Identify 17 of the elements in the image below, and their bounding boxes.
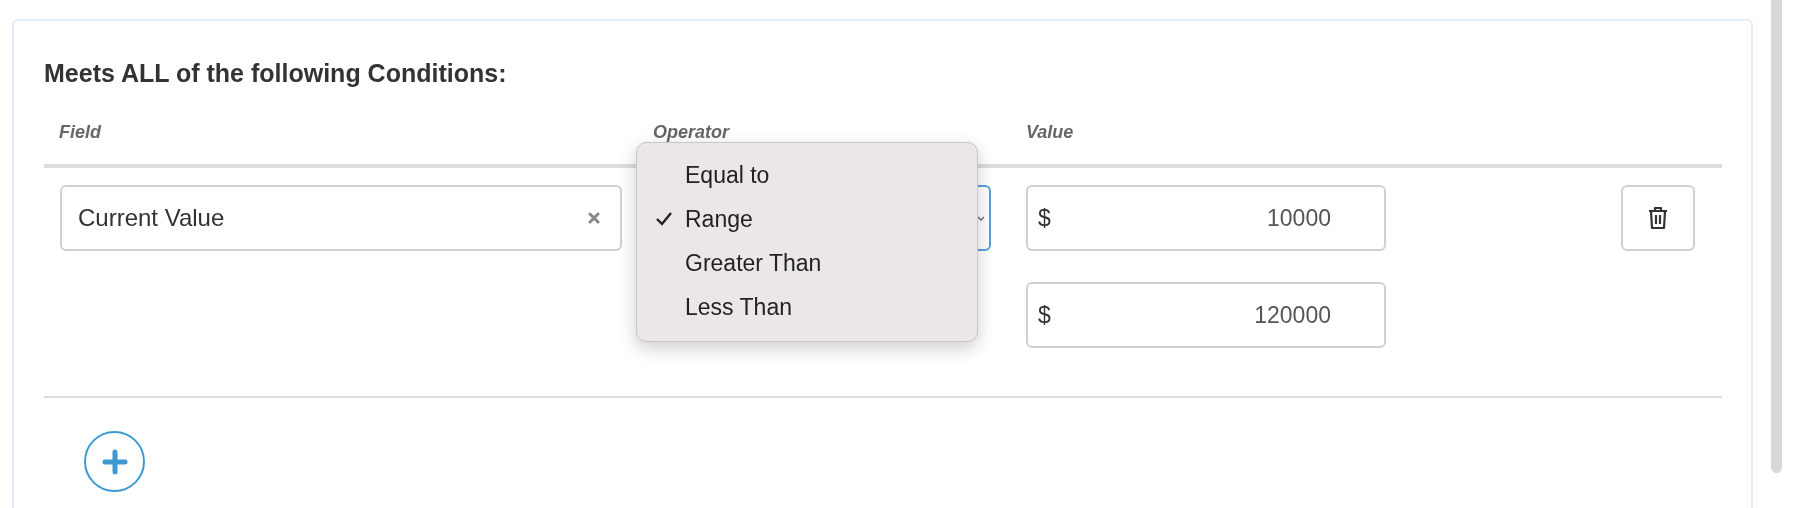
value-field[interactable]: $ 10000	[1026, 185, 1386, 251]
menu-item[interactable]: Greater Than	[637, 241, 977, 285]
trash-icon	[1648, 206, 1668, 230]
delete-button[interactable]	[1621, 185, 1695, 251]
menu-item[interactable]: Less Than	[637, 285, 977, 329]
clear-icon[interactable]	[588, 212, 600, 224]
menu-item[interactable]: Range	[637, 197, 977, 241]
add-condition-button[interactable]	[84, 431, 145, 492]
section-heading: Meets ALL of the following Conditions:	[44, 58, 508, 89]
column-header: Operator	[652, 121, 731, 144]
plus-icon	[101, 448, 128, 475]
field-select[interactable]: Current Value	[60, 185, 622, 251]
menu-item[interactable]: Equal to	[637, 153, 977, 197]
scrollbar[interactable]	[1771, 0, 1782, 473]
value-field[interactable]: $ 120000	[1026, 282, 1386, 348]
column-header: Field	[59, 121, 103, 144]
column-header: Value	[1026, 121, 1075, 144]
